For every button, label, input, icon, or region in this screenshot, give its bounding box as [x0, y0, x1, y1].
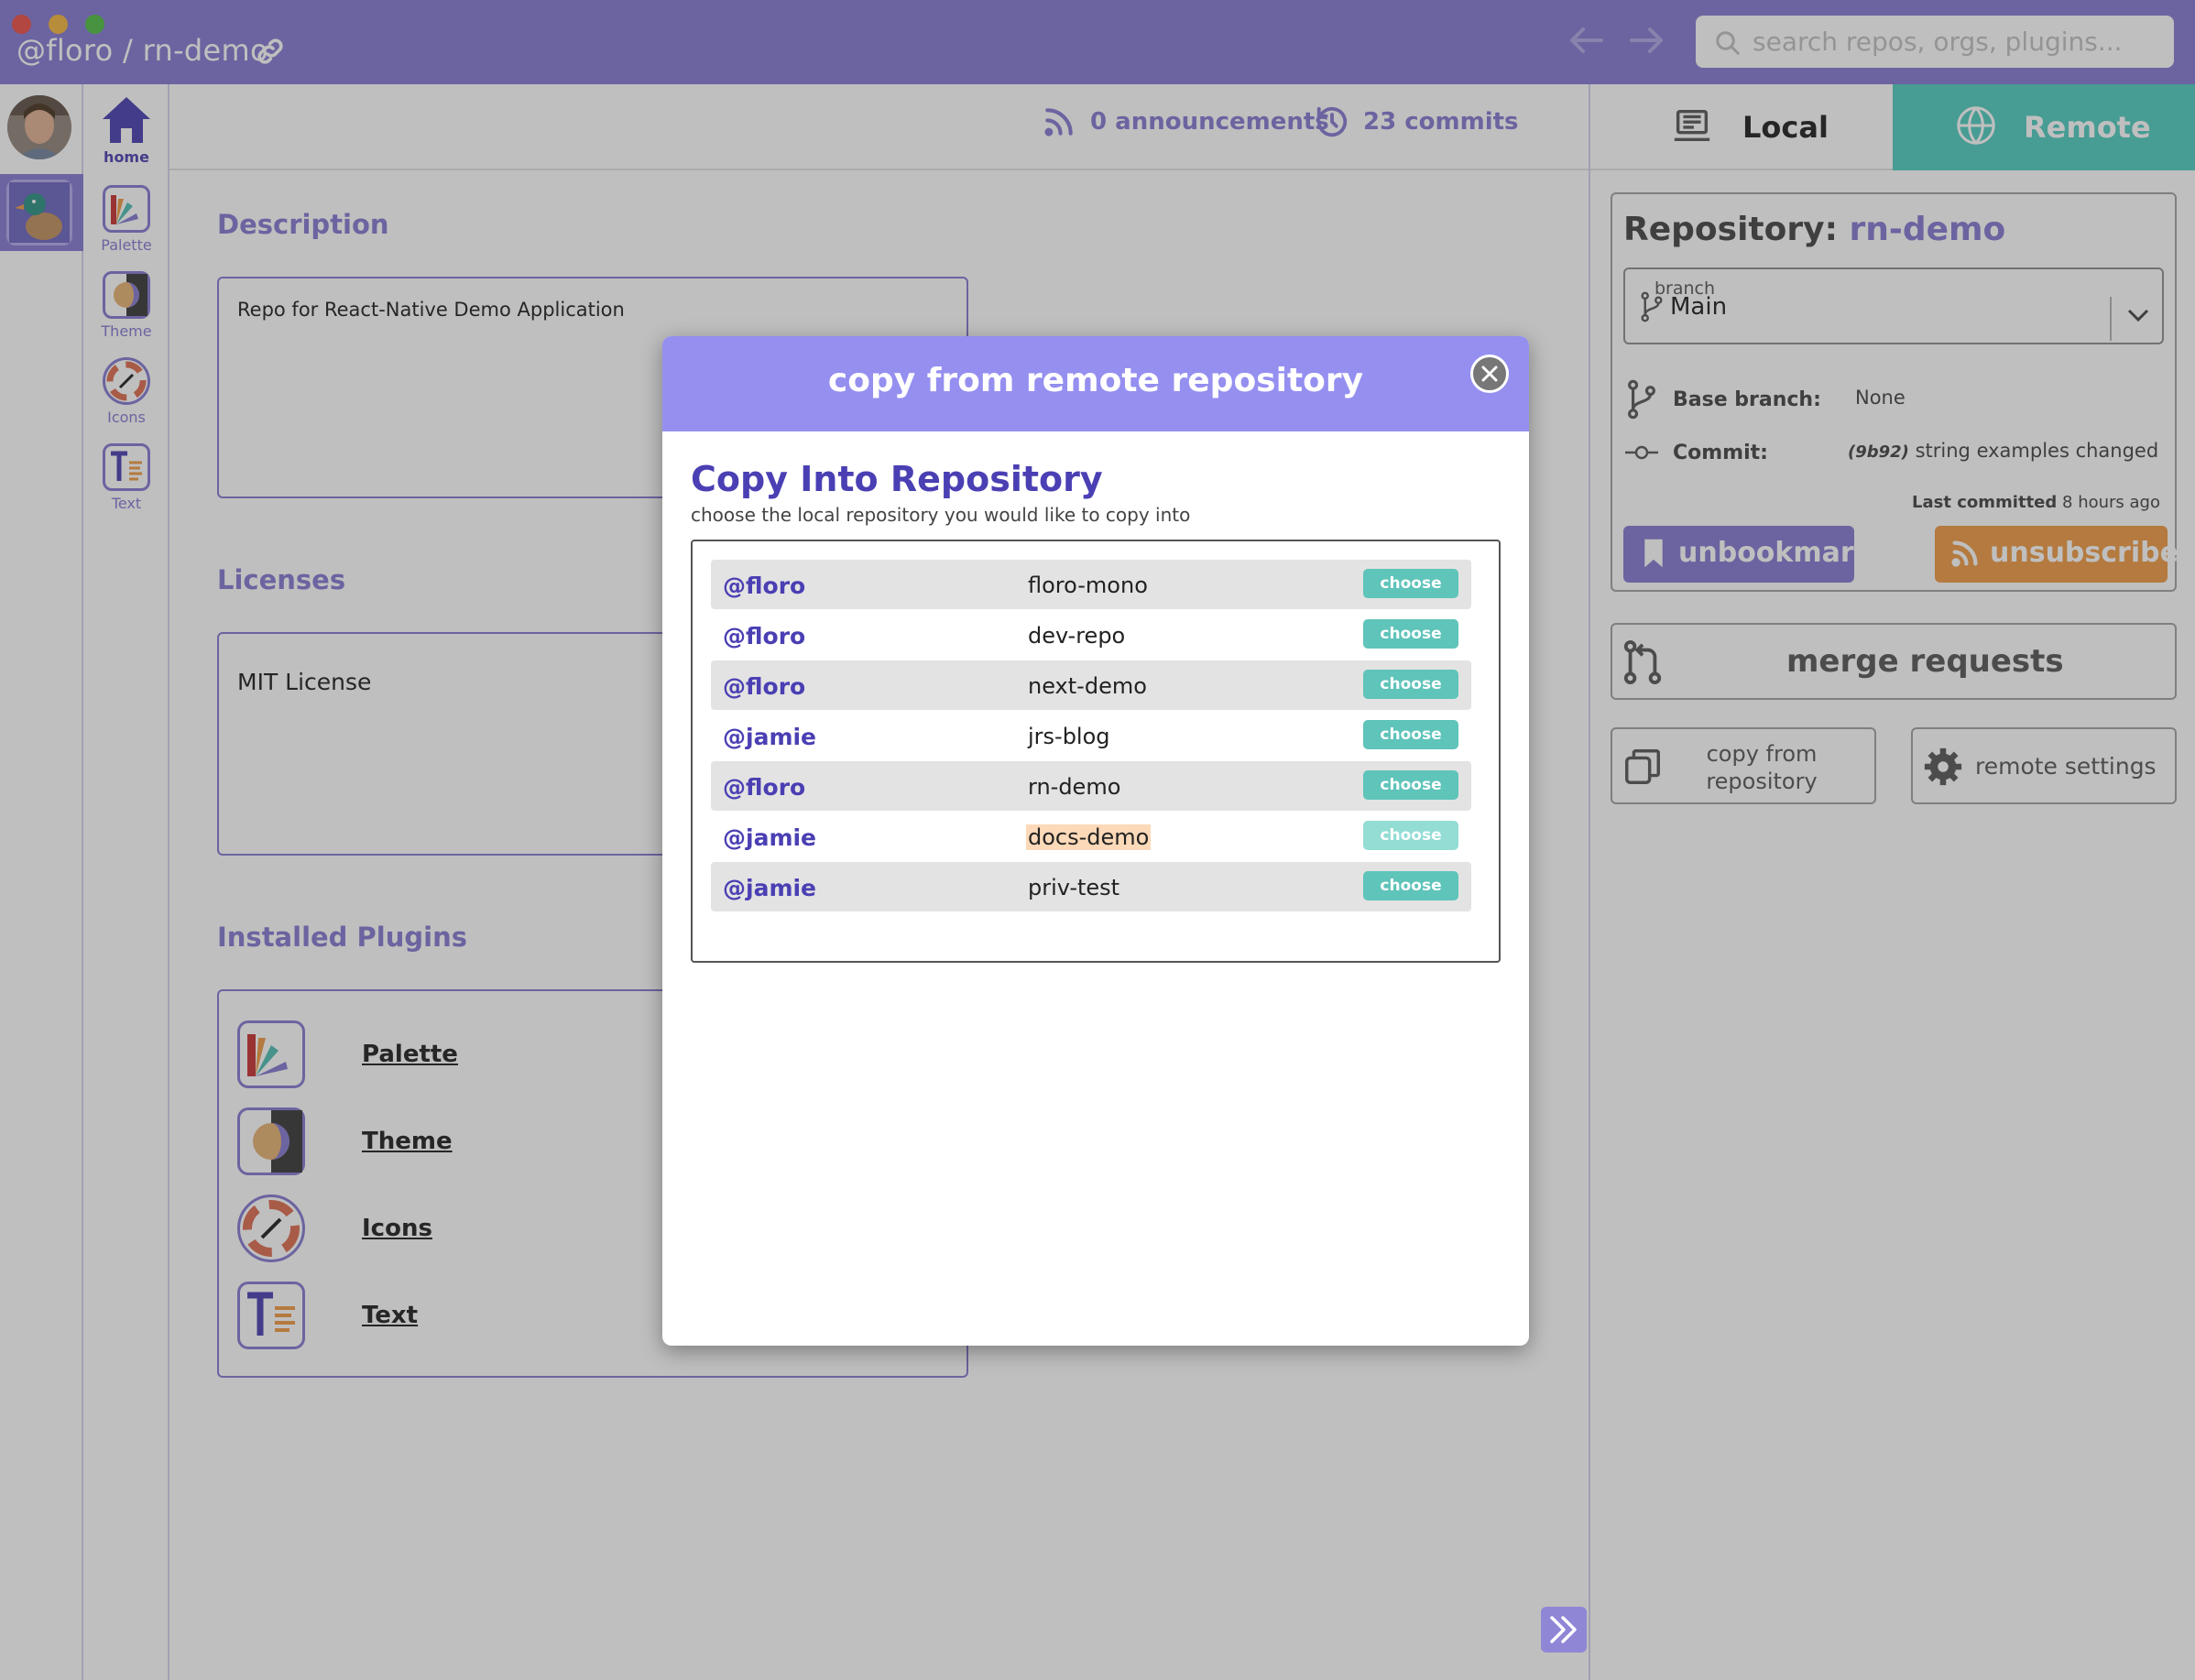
repository-row: @jamie docs-demo choose — [711, 812, 1471, 861]
repository-owner: @floro — [723, 623, 806, 649]
repository-row: @floro dev-repo choose — [711, 610, 1471, 660]
modal-header: copy from remote repository — [662, 336, 1529, 431]
choose-button[interactable]: choose — [1363, 770, 1458, 800]
choose-button[interactable]: choose — [1363, 569, 1458, 598]
repository-row: @jamie jrs-blog choose — [711, 711, 1471, 760]
modal-title: copy from remote repository — [827, 362, 1364, 399]
repository-name: priv-test — [1028, 875, 1120, 900]
repository-owner: @floro — [723, 774, 806, 801]
modal-subtitle: choose the local repository you would li… — [691, 504, 1191, 526]
choose-button[interactable]: choose — [1363, 720, 1458, 749]
repository-owner: @floro — [723, 673, 806, 700]
repository-row: @floro next-demo choose — [711, 660, 1471, 710]
repository-name: docs-demo — [1026, 824, 1152, 850]
modal-close-button[interactable] — [1470, 355, 1509, 393]
repository-owner: @jamie — [723, 875, 817, 901]
repository-name: dev-repo — [1028, 623, 1126, 649]
repository-row: @floro rn-demo choose — [711, 761, 1471, 811]
choose-button[interactable]: choose — [1363, 619, 1458, 649]
modal-heading: Copy Into Repository — [691, 459, 1103, 499]
close-icon — [1481, 365, 1498, 382]
repository-name: floro-mono — [1028, 573, 1148, 598]
repository-name: rn-demo — [1028, 774, 1121, 800]
repository-list: @floro floro-mono choose @floro dev-repo… — [691, 540, 1501, 963]
choose-button[interactable]: choose — [1363, 670, 1458, 699]
repository-name: next-demo — [1028, 673, 1147, 699]
double-chevron-right-icon — [1550, 1616, 1577, 1643]
repository-row: @floro floro-mono choose — [711, 560, 1471, 609]
choose-button[interactable]: choose — [1363, 821, 1458, 850]
expand-panel-button[interactable] — [1541, 1607, 1587, 1653]
repository-owner: @jamie — [723, 724, 817, 750]
repository-owner: @floro — [723, 573, 806, 599]
repository-owner: @jamie — [723, 824, 817, 851]
repository-name: jrs-blog — [1028, 724, 1110, 749]
choose-button[interactable]: choose — [1363, 871, 1458, 900]
copy-from-remote-modal: copy from remote repository Copy Into Re… — [662, 336, 1529, 1346]
repository-row: @jamie priv-test choose — [711, 862, 1471, 911]
